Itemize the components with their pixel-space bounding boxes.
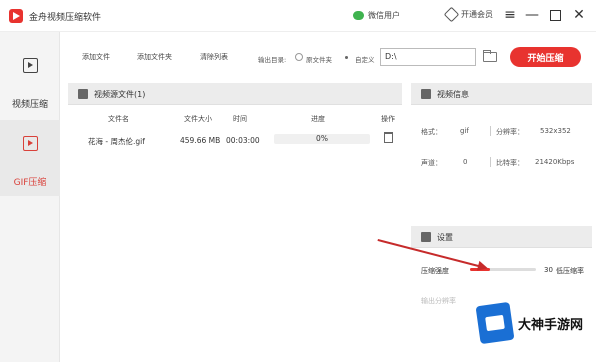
original-folder-radio[interactable]	[295, 53, 303, 61]
video-info-icon	[421, 89, 431, 99]
column-header: 时间	[233, 115, 247, 123]
progress-value: 0%	[316, 134, 328, 143]
gif-icon	[23, 136, 38, 151]
file-size: 459.66 MB	[180, 136, 221, 145]
vip-label: 开通会员	[461, 10, 493, 19]
compress-strength-label: 压缩强度	[421, 267, 449, 275]
trash-icon[interactable]	[384, 132, 393, 143]
close-icon[interactable]: ✕	[570, 6, 588, 24]
add-file-button[interactable]: 添加文件	[82, 52, 110, 62]
folder-icon[interactable]	[483, 50, 497, 62]
column-header: 文件大小	[184, 115, 212, 123]
add-folder-button[interactable]: 添加文件夹	[137, 52, 172, 62]
diamond-icon	[443, 6, 460, 23]
bitrate-value: 21420Kbps	[535, 158, 575, 166]
original-folder-label: 原文件夹	[306, 56, 332, 64]
sidebar: 视频压缩 GIF压缩	[0, 32, 60, 362]
title-bar: 金舟视频压缩软件 微信用户 开通会员 ≡ — ✕	[0, 0, 596, 32]
watermark: 大神手游网	[475, 300, 594, 346]
compress-value: 30	[544, 266, 553, 274]
resolution-value: 532x352	[540, 127, 571, 135]
video-list-header: 视频源文件(1)	[68, 83, 402, 105]
video-info-header: 视频信息	[411, 83, 592, 105]
wechat-icon	[353, 11, 364, 20]
audio-label: 声道：	[421, 159, 442, 167]
settings-header: 设置	[411, 226, 592, 248]
sidebar-item-video-compress[interactable]: 视频压缩	[0, 42, 60, 118]
column-header: 文件名	[108, 115, 129, 123]
video-info-title: 视频信息	[437, 90, 469, 99]
format-value: gif	[460, 127, 469, 135]
app-window: 金舟视频压缩软件 微信用户 开通会员 ≡ — ✕ 视频压缩 GIF压缩 添加文件…	[0, 0, 596, 362]
audio-value: 0	[463, 158, 468, 166]
progress-bar: 0%	[274, 134, 370, 144]
column-header: 进度	[311, 115, 325, 123]
video-list-title: 视频源文件(1)	[94, 90, 146, 99]
app-title: 金舟视频压缩软件	[29, 13, 102, 23]
maximize-icon[interactable]	[546, 6, 564, 24]
compress-hint: 低压缩率	[556, 267, 584, 275]
video-icon	[23, 58, 38, 73]
format-label: 格式：	[421, 128, 442, 136]
start-compress-button[interactable]: 开始压缩	[510, 47, 581, 67]
divider	[490, 126, 491, 136]
output-resolution-label: 输出分辨率	[421, 297, 456, 305]
file-name: 花海 - 周杰伦.gif	[88, 137, 145, 146]
resolution-label: 分辨率：	[496, 128, 524, 136]
wechat-user-label: 微信用户	[368, 11, 400, 20]
settings-icon	[421, 232, 431, 242]
output-path-input[interactable]: D:\	[380, 48, 476, 66]
output-dir-label: 输出目录:	[258, 56, 287, 64]
vip-button[interactable]: 开通会员	[443, 6, 493, 23]
column-header: 操作	[381, 115, 395, 123]
watermark-logo-icon	[475, 301, 515, 345]
watermark-text: 大神手游网	[518, 317, 584, 333]
file-time: 00:03:00	[226, 136, 260, 145]
divider	[490, 157, 491, 167]
clear-list-button[interactable]: 清除列表	[200, 52, 228, 62]
sidebar-item-gif-compress[interactable]: GIF压缩	[0, 120, 60, 196]
settings-title: 设置	[437, 233, 453, 242]
minimize-icon[interactable]: —	[523, 6, 541, 24]
user-account[interactable]: 微信用户	[353, 10, 400, 21]
app-logo-icon	[9, 9, 23, 23]
annotation-arrow-head	[476, 260, 490, 274]
sidebar-item-label: GIF压缩	[13, 178, 47, 188]
custom-radio-dot[interactable]	[345, 56, 348, 59]
custom-label: 自定义	[355, 56, 375, 64]
menu-icon[interactable]: ≡	[501, 6, 519, 24]
bitrate-label: 比特率：	[496, 159, 524, 167]
folder-icon	[78, 89, 88, 99]
sidebar-item-label: 视频压缩	[11, 100, 48, 110]
